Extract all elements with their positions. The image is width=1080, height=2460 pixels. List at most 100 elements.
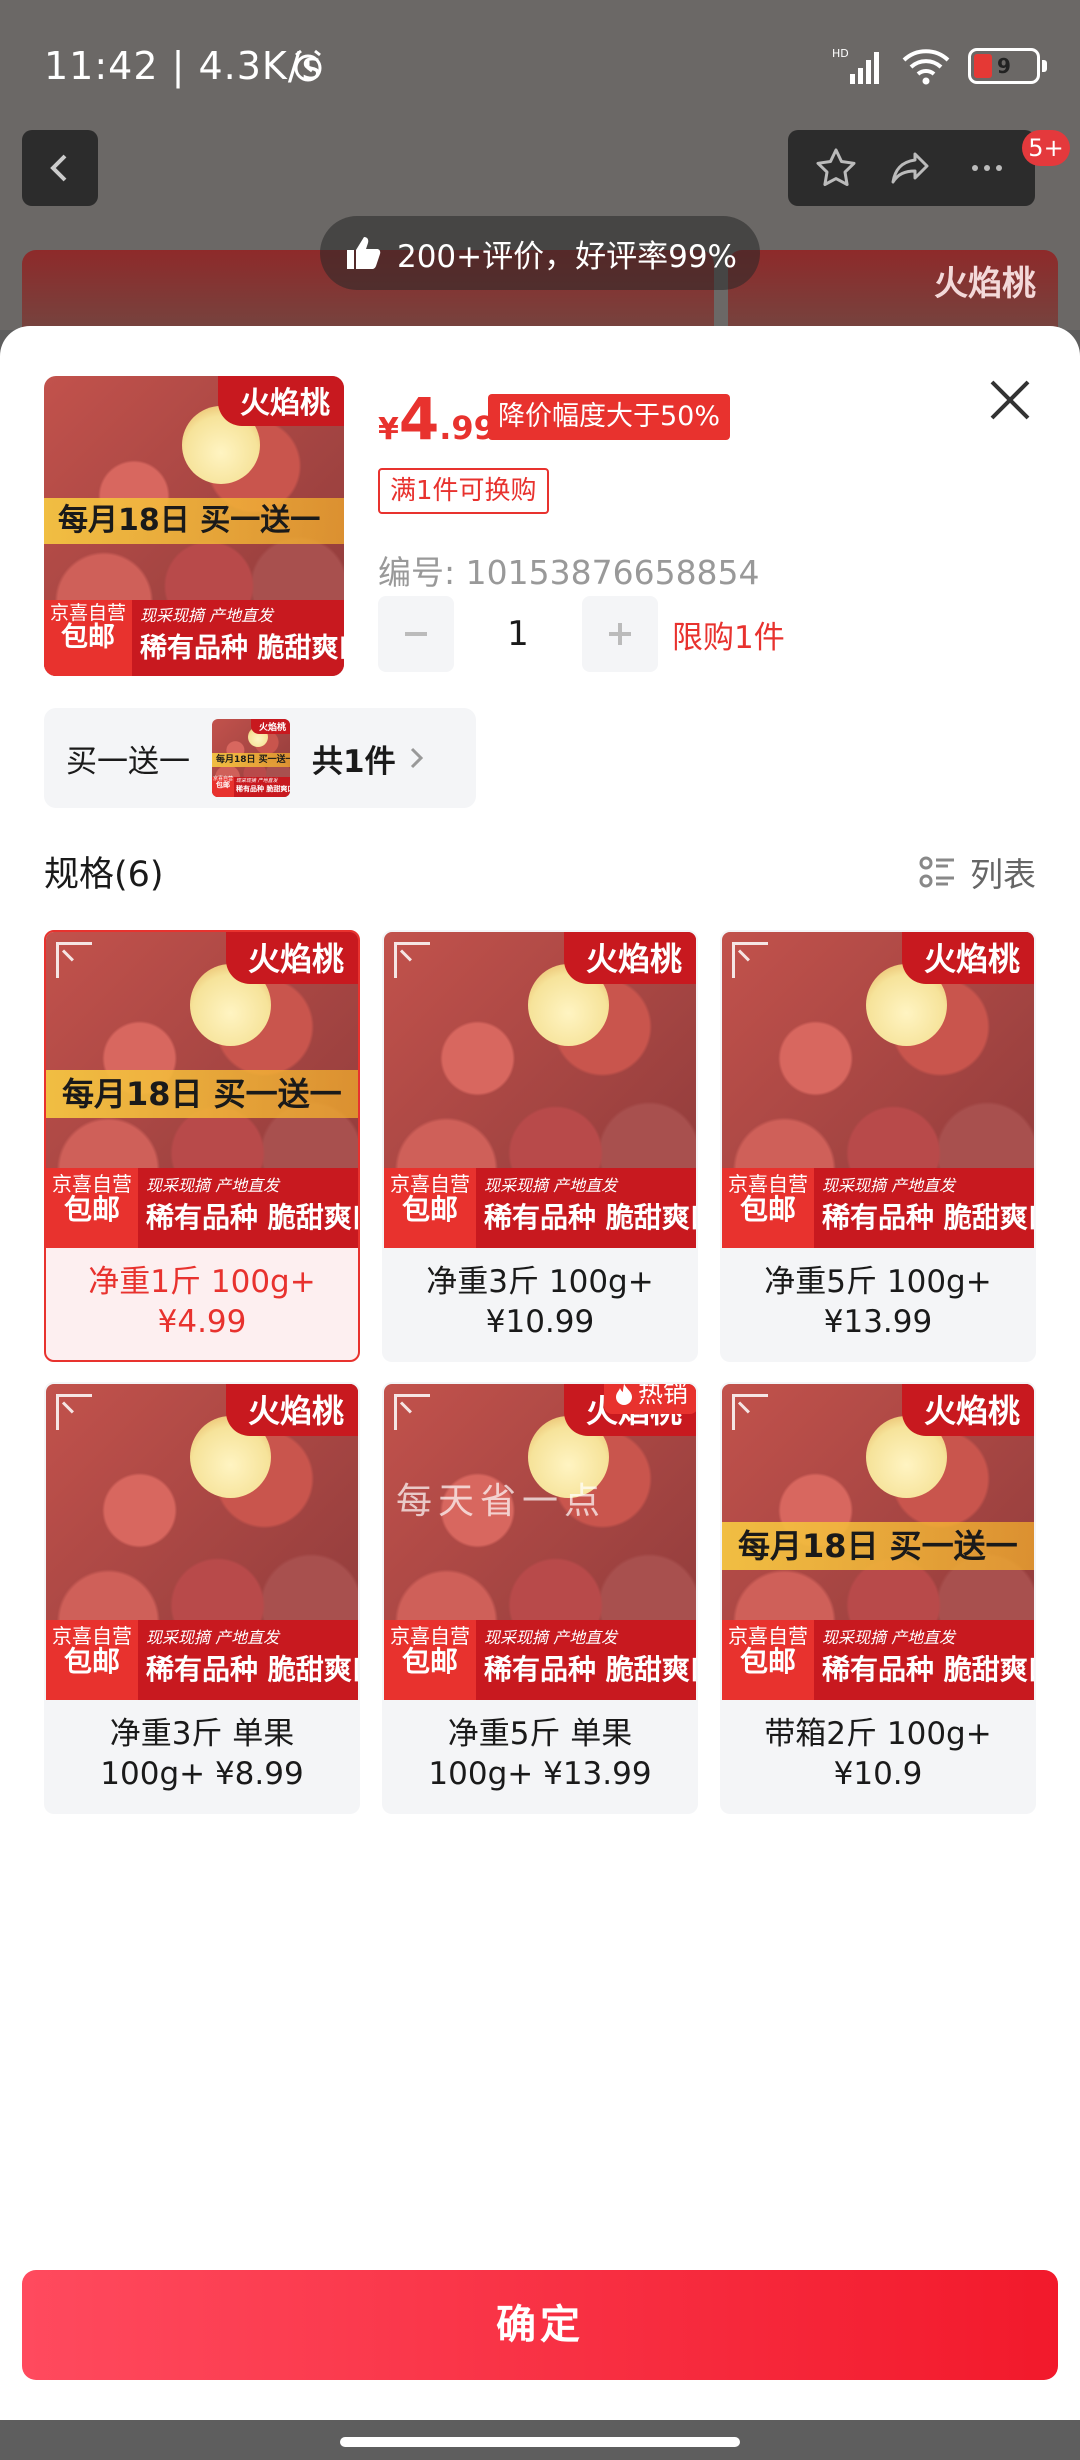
- spec-label-line1: 带箱2斤 100g+: [764, 1716, 992, 1752]
- review-summary[interactable]: 200+评价，好评率99%: [320, 216, 760, 290]
- status-icons: HD 9: [832, 46, 1047, 86]
- image-footer-left: 京喜自营 包邮: [212, 776, 234, 797]
- spec-label: 净重3斤 100g+ ¥10.99: [384, 1262, 696, 1342]
- image-ribbon: 火焰桃: [901, 1384, 1034, 1436]
- image-footer-right-small: 现采现摘 产地直发: [822, 1628, 956, 1647]
- image-footer-right: 现采现摘 产地直发 稀有品种 脆甜爽口: [132, 600, 344, 676]
- image-footer-left-small: 京喜自营: [52, 1624, 132, 1648]
- spec-product-image: 火焰桃京喜自营包邮现采现摘 产地直发稀有品种 脆甜爽口: [384, 932, 696, 1248]
- spec-label-line2: ¥10.99: [485, 1304, 595, 1340]
- image-footer-right: 现采现摘 产地直发 稀有品种 脆甜爽口: [476, 1168, 696, 1248]
- spec-label: 带箱2斤 100g+ ¥10.9: [722, 1714, 1034, 1794]
- image-footer-left-small: 京喜自营: [390, 1624, 470, 1648]
- image-footer-right: 现采现摘 产地直发稀有品种 脆甜爽口: [814, 1620, 1034, 1700]
- price-symbol: ¥: [378, 412, 399, 447]
- share-icon[interactable]: [889, 146, 933, 190]
- image-footer-right-text: 稀有品种 脆甜爽口: [146, 1653, 358, 1686]
- confirm-button[interactable]: 确定: [22, 2270, 1058, 2380]
- status-bar: 11:42 | 4.3K/s HD 9: [0, 0, 1080, 130]
- spec-label: 净重5斤 100g+ ¥13.99: [722, 1262, 1034, 1342]
- sku-selector-sheet: 火焰桃 每月18日 买一送一 京喜自营 包邮 现采现摘 产地直发 稀有品种 脆甜爽口…: [0, 326, 1080, 2420]
- bundle-selector[interactable]: 买一送一 火焰桃 每月18日 买一送一 京喜自营 包邮 现采现摘 产地直发 稀有品种…: [44, 708, 476, 808]
- image-footer-right-text: 稀有品种 脆甜爽口: [484, 1653, 696, 1686]
- image-footer-right-text: 稀有品种 脆甜爽口: [822, 1201, 1034, 1234]
- message-badge: 5+: [1022, 130, 1070, 166]
- image-footer-left-small: 京喜自营: [52, 1172, 132, 1196]
- expand-icon[interactable]: [732, 942, 768, 978]
- back-button[interactable]: [22, 130, 98, 206]
- spec-label: 净重5斤 单果 100g+ ¥13.99: [384, 1714, 696, 1794]
- quantity-stepper: 1 限购1件: [378, 596, 785, 672]
- image-ribbon: 火焰桃: [218, 376, 344, 426]
- image-ribbon: 火焰桃: [901, 932, 1034, 984]
- spec-image: 火焰桃京喜自营包邮现采现摘 产地直发稀有品种 脆甜爽口: [722, 932, 1034, 1248]
- image-footer-left: 京喜自营 包邮: [722, 1620, 814, 1700]
- image-footer-left: 京喜自营 包邮: [384, 1168, 476, 1248]
- battery-level-text: 9: [997, 54, 1011, 78]
- background-hero-side: 火焰桃: [728, 250, 1058, 330]
- image-footer: 京喜自营 包邮 现采现摘 产地直发稀有品种 脆甜爽口: [722, 1168, 1034, 1248]
- image-footer-right: 现采现摘 产地直发稀有品种 脆甜爽口: [814, 1168, 1034, 1248]
- expand-icon[interactable]: [394, 942, 430, 978]
- network-label: HD: [832, 47, 849, 60]
- spec-image: 火焰桃京喜自营包邮现采现摘 产地直发稀有品种 脆甜爽口: [46, 1384, 358, 1700]
- image-footer-left-small: 京喜自营: [728, 1172, 808, 1196]
- more-icon[interactable]: [965, 146, 1009, 190]
- expand-icon[interactable]: [732, 1394, 768, 1430]
- star-icon[interactable]: [814, 146, 858, 190]
- quantity-increase-button[interactable]: [582, 596, 658, 672]
- image-footer: 京喜自营 包邮 现采现摘 产地直发 稀有品种 脆甜爽口: [44, 600, 344, 676]
- plus-icon: [609, 623, 631, 645]
- expand-icon[interactable]: [394, 1394, 430, 1430]
- spec-card[interactable]: 火焰桃 每月18日 买一送一 京喜自营 包邮 现采现摘 产地直发 稀有品种 脆甜爽口 带箱2…: [720, 1382, 1036, 1814]
- spec-card[interactable]: 火焰桃 每月18日 买一送一 京喜自营 包邮 现采现摘 产地直发 稀有品种 脆甜爽口 净重1…: [44, 930, 360, 1362]
- close-icon[interactable]: [984, 374, 1036, 426]
- spec-image: 火焰桃 每月18日 买一送一 京喜自营 包邮 现采现摘 产地直发 稀有品种 脆甜爽口: [46, 932, 358, 1248]
- image-promo-band: 每月18日 买一送一: [46, 1070, 358, 1118]
- image-footer-left-small: 京喜自营: [390, 1172, 470, 1196]
- image-footer: 京喜自营 包邮 现采现摘 产地直发 稀有品种 脆甜爽口: [46, 1620, 358, 1700]
- quantity-decrease-button[interactable]: [378, 596, 454, 672]
- image-promo-band: 每月18日 买一送一: [212, 753, 290, 767]
- image-footer-left-small: 京喜自营: [49, 602, 126, 624]
- swap-purchase-tag: 满1件可换购: [378, 468, 549, 514]
- bundle-count: 共1件: [312, 743, 396, 780]
- image-footer-left: 京喜自营 包邮: [384, 1620, 476, 1700]
- spec-image: 火焰桃京喜自营包邮现采现摘 产地直发稀有品种 脆甜爽口: [384, 932, 696, 1248]
- bundle-image: 火焰桃 每月18日 买一送一 京喜自营 包邮 现采现摘 产地直发 稀有品种 脆甜爽口: [212, 719, 290, 797]
- list-view-icon: [919, 856, 954, 888]
- spec-product-image: 火焰桃京喜自营包邮现采现摘 产地直发稀有品种 脆甜爽口: [46, 1384, 358, 1700]
- image-footer-left: 京喜自营 包邮: [44, 600, 132, 676]
- product-thumbnail[interactable]: 火焰桃 每月18日 买一送一 京喜自营 包邮 现采现摘 产地直发 稀有品种 脆甜爽口: [44, 376, 344, 676]
- image-footer: 京喜自营 包邮 现采现摘 产地直发 稀有品种 脆甜爽口: [384, 1620, 696, 1700]
- spec-label-line1: 净重5斤 100g+: [764, 1264, 992, 1300]
- spec-product-image: 火焰桃 每月18日 买一送一 京喜自营 包邮 现采现摘 产地直发 稀有品种 脆甜爽口: [722, 1384, 1034, 1700]
- image-footer-right: 现采现摘 产地直发 稀有品种 脆甜爽口: [138, 1620, 358, 1700]
- spec-card[interactable]: 火焰桃 京喜自营 包邮 现采现摘 产地直发 稀有品种 脆甜爽口净重3斤 100g+ ¥10…: [382, 930, 698, 1362]
- spec-image: 火焰桃 每月18日 买一送一 京喜自营 包邮 现采现摘 产地直发 稀有品种 脆甜爽口: [722, 1384, 1034, 1700]
- image-footer-right-small: 现采现摘 产地直发: [140, 606, 274, 625]
- image-footer-right-text: 稀有品种 脆甜爽口: [822, 1653, 1034, 1686]
- expand-icon[interactable]: [56, 942, 92, 978]
- image-footer-right-small: 现采现摘 产地直发: [822, 1176, 956, 1195]
- list-view-toggle[interactable]: 列表: [918, 848, 1036, 896]
- image-promo-band: 每月18日 买一送一: [44, 498, 344, 544]
- price-integer: 4: [398, 385, 440, 453]
- spec-card[interactable]: 火焰桃京喜自营 包邮 现采现摘 产地直发稀有品种 脆甜爽口净重5斤 100g+ ¥13…: [720, 930, 1036, 1362]
- image-footer-left-text: 包邮: [63, 1645, 120, 1678]
- image-footer-left-text: 包邮: [739, 1645, 796, 1678]
- quantity-value[interactable]: 1: [454, 614, 582, 654]
- spec-card[interactable]: 火焰桃 京喜自营 包邮 现采现摘 产地直发 稀有品种 脆甜爽口 净重3斤 单果 100g+ …: [44, 1382, 360, 1814]
- expand-icon[interactable]: [56, 1394, 92, 1430]
- home-indicator[interactable]: [340, 2437, 740, 2447]
- spec-card[interactable]: 火焰桃京喜自营包邮现采现摘 产地直发稀有品种 脆甜爽口净重5斤 单果100g+ …: [382, 1382, 698, 1814]
- image-ribbon: 火焰桃: [225, 932, 358, 984]
- image-ribbon: 火焰桃: [250, 719, 290, 734]
- image-footer-left-text: 包邮: [401, 1645, 458, 1678]
- discount-tag: 降价幅度大于50%: [488, 394, 731, 440]
- alarm-icon: [294, 49, 322, 82]
- image-footer-left: 京喜自营 包邮: [722, 1168, 814, 1248]
- image-footer-left-text: 包邮: [63, 1193, 120, 1226]
- spec-label-line2: ¥13.99: [823, 1304, 933, 1340]
- signal-icon: HD: [832, 47, 879, 84]
